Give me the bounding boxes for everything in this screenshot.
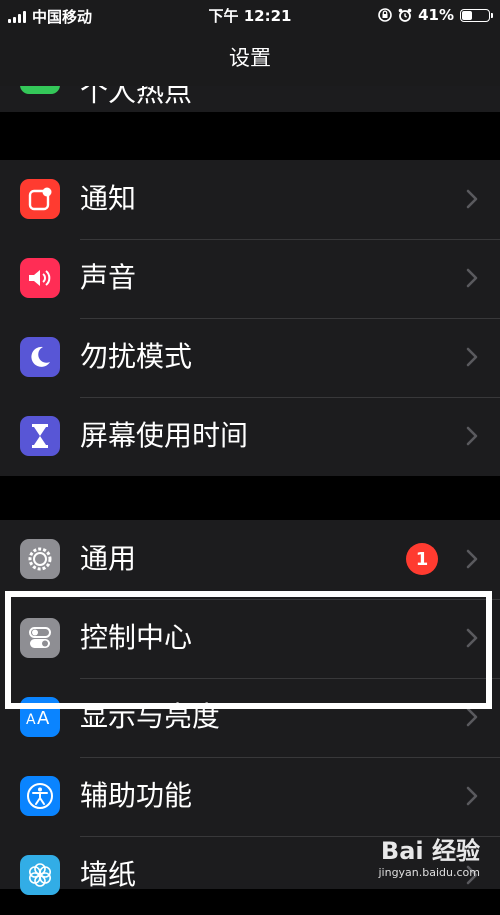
watermark-logo: Bai 经验 [380,837,480,865]
settings-row-label: 勿扰模式 [80,340,193,373]
svg-text:A: A [37,708,50,727]
notification-badge: 1 [406,543,438,575]
chevron-right-icon [466,707,478,727]
settings-row-label: 屏幕使用时间 [80,419,249,452]
baidu-watermark: Bai 经验 jingyan.baidu.com [378,831,480,879]
watermark-url: jingyan.baidu.com [378,866,480,879]
nav-bar: 设置 [0,30,500,87]
settings-row-display-brightness[interactable]: A A 显示与亮度 [0,678,500,757]
accessibility-icon [20,776,60,816]
moon-icon [20,337,60,377]
chevron-right-icon [466,549,478,569]
battery-percent: 41% [418,6,454,24]
page-title: 设置 [229,46,271,70]
settings-row-label: 通用 [80,542,137,575]
settings-row-label: 个人热点 [80,86,193,108]
chevron-right-icon [466,628,478,648]
flower-icon [20,855,60,895]
battery-fill [462,10,472,20]
chevron-right-icon [466,786,478,806]
settings-row-label: 显示与亮度 [80,700,221,733]
settings-row-notifications[interactable]: 通知 [0,160,500,239]
settings-group-1: 通知 声音 勿扰模式 屏幕使用时间 [0,160,500,476]
notifications-icon [20,179,60,219]
battery-icon [460,8,493,22]
settings-row-hotspot[interactable]: 个人热点 [0,86,500,112]
settings-row-label: 通知 [80,182,137,215]
chevron-right-icon [466,347,478,367]
hourglass-icon [20,416,60,456]
speaker-icon [20,258,60,298]
status-right: 41% [378,6,493,24]
text-size-icon: A A [20,697,60,737]
alarm-icon [398,8,412,22]
settings-row-label: 辅助功能 [80,779,193,812]
status-bar: 中国移动 下午 12:21 41% [0,0,500,30]
orientation-lock-icon [378,8,392,22]
chevron-right-icon [466,189,478,209]
chevron-right-icon [466,268,478,288]
toggles-icon [20,618,60,658]
chevron-right-icon [466,426,478,446]
hotspot-icon [20,86,60,94]
settings-row-screen-time[interactable]: 屏幕使用时间 [0,397,500,476]
settings-row-accessibility[interactable]: 辅助功能 [0,757,500,836]
svg-text:A: A [26,712,36,727]
settings-row-control-center[interactable]: 控制中心 [0,599,500,678]
gear-icon [20,539,60,579]
settings-row-label: 墙纸 [80,858,137,891]
settings-row-sounds[interactable]: 声音 [0,239,500,318]
settings-row-label: 声音 [80,261,137,294]
settings-row-general[interactable]: 通用 1 [0,520,500,599]
settings-row-label: 控制中心 [80,621,193,654]
settings-row-do-not-disturb[interactable]: 勿扰模式 [0,318,500,397]
